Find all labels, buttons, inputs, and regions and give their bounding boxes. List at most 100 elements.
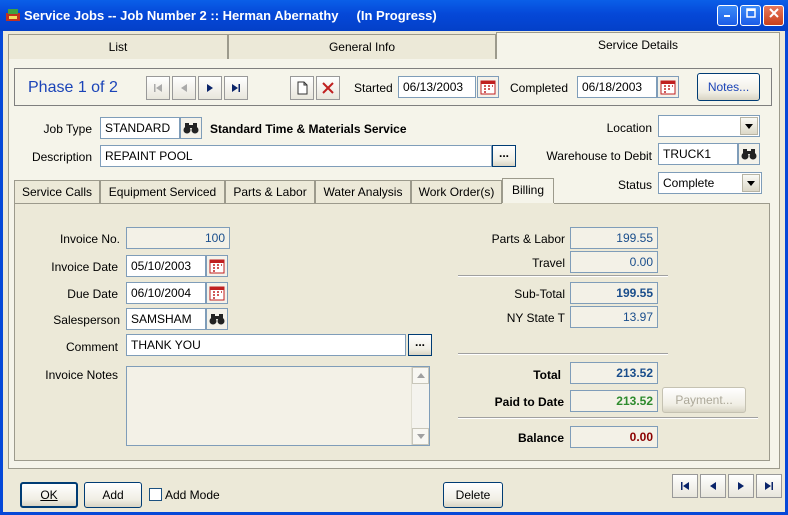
- travel-label: Travel: [532, 256, 565, 270]
- delete-x-icon: [322, 82, 334, 94]
- scroll-down-button[interactable]: [412, 428, 429, 445]
- scroll-up-button[interactable]: [412, 367, 429, 384]
- add-mode-label: Add Mode: [165, 488, 220, 502]
- location-label: Location: [606, 121, 652, 135]
- first-icon: [681, 482, 689, 490]
- phase-first-button[interactable]: [146, 76, 170, 100]
- balance-label: Balance: [517, 431, 564, 445]
- started-date-field[interactable]: 06/13/2003: [398, 76, 476, 98]
- chevron-up-icon: [416, 373, 425, 378]
- last-icon: [765, 482, 773, 490]
- minimize-icon: [723, 15, 730, 17]
- maximize-button[interactable]: [740, 5, 761, 26]
- paid-to-date-field[interactable]: 213.52: [570, 390, 658, 412]
- chevron-down-icon: [416, 434, 425, 439]
- delete-button[interactable]: Delete: [443, 482, 503, 508]
- record-last-button[interactable]: [756, 474, 782, 498]
- binoculars-icon: [209, 314, 225, 325]
- subtab-water-analysis[interactable]: Water Analysis: [315, 180, 411, 204]
- tax-field[interactable]: 13.97: [570, 306, 658, 328]
- add-button[interactable]: Add: [84, 482, 142, 508]
- invoice-date-field[interactable]: 05/10/2003: [126, 255, 206, 277]
- record-next-button[interactable]: [728, 474, 754, 498]
- delete-phase-button[interactable]: [316, 76, 340, 100]
- parts-labor-label: Parts & Labor: [491, 232, 565, 246]
- next-icon: [738, 482, 744, 490]
- completed-label: Completed: [510, 81, 569, 95]
- completed-date-field[interactable]: 06/18/2003: [577, 76, 657, 98]
- record-prev-button[interactable]: [700, 474, 726, 498]
- due-date-field[interactable]: 06/10/2004: [126, 282, 206, 304]
- description-ellipsis-button[interactable]: ...: [492, 145, 516, 167]
- status-value: Complete: [663, 176, 715, 190]
- add-mode-checkbox[interactable]: [149, 488, 162, 501]
- balance-field[interactable]: 0.00: [570, 426, 658, 448]
- invoice-no-field[interactable]: 100: [126, 227, 230, 249]
- status-dropdown[interactable]: Complete: [658, 172, 762, 194]
- calendar-icon: [480, 80, 496, 95]
- warehouse-label: Warehouse to Debit: [546, 149, 652, 163]
- started-label: Started: [354, 81, 393, 95]
- warehouse-field[interactable]: TRUCK1: [658, 143, 738, 165]
- salesperson-field[interactable]: SAMSHAM: [126, 308, 206, 330]
- separator: [458, 353, 668, 355]
- close-button[interactable]: [763, 5, 784, 26]
- invoice-notes-textarea[interactable]: [126, 366, 430, 446]
- binoculars-icon: [183, 123, 199, 134]
- payment-button[interactable]: Payment...: [662, 387, 746, 413]
- tab-service-details[interactable]: Service Details: [496, 32, 780, 60]
- tab-general-info[interactable]: General Info: [228, 34, 496, 60]
- comment-ellipsis-button[interactable]: ...: [408, 334, 432, 356]
- location-dropdown[interactable]: [658, 115, 760, 137]
- due-date-calendar-button[interactable]: [206, 282, 228, 304]
- subtab-billing[interactable]: Billing: [502, 178, 554, 204]
- record-first-button[interactable]: [672, 474, 698, 498]
- total-field[interactable]: 213.52: [570, 362, 658, 384]
- description-field[interactable]: REPAINT POOL: [100, 145, 492, 167]
- total-label: Total: [533, 368, 561, 382]
- notes-button[interactable]: Notes...: [697, 73, 760, 101]
- invoice-notes-scrollbar[interactable]: [411, 367, 429, 445]
- calendar-icon: [209, 286, 225, 301]
- status-dropdown-arrow[interactable]: [742, 174, 760, 192]
- subtotal-field[interactable]: 199.55: [570, 282, 658, 304]
- prev-icon: [181, 84, 187, 92]
- completed-calendar-button[interactable]: [657, 76, 679, 98]
- started-calendar-button[interactable]: [477, 76, 499, 98]
- first-icon: [154, 84, 162, 92]
- phase-last-button[interactable]: [224, 76, 248, 100]
- comment-label: Comment: [65, 340, 118, 354]
- job-type-lookup-button[interactable]: [180, 117, 202, 139]
- salesperson-lookup-button[interactable]: [206, 308, 228, 330]
- subtab-equipment-serviced[interactable]: Equipment Serviced: [100, 180, 225, 204]
- phase-next-button[interactable]: [198, 76, 222, 100]
- travel-field[interactable]: 0.00: [570, 251, 658, 273]
- parts-labor-field[interactable]: 199.55: [570, 227, 658, 249]
- new-phase-button[interactable]: [290, 76, 314, 100]
- phase-indicator: Phase 1 of 2: [28, 79, 118, 96]
- subtab-work-orders[interactable]: Work Order(s): [411, 180, 502, 204]
- separator: [458, 417, 758, 419]
- calendar-icon: [209, 259, 225, 274]
- status-label: Status: [617, 178, 652, 192]
- prev-icon: [710, 482, 716, 490]
- minimize-button[interactable]: [717, 5, 738, 26]
- subtab-parts-labor[interactable]: Parts & Labor: [225, 180, 315, 204]
- invoice-no-label: Invoice No.: [59, 232, 120, 246]
- subtab-service-calls[interactable]: Service Calls: [14, 180, 100, 204]
- close-icon: [768, 8, 779, 18]
- invoice-date-calendar-button[interactable]: [206, 255, 228, 277]
- comment-field[interactable]: THANK YOU: [126, 334, 406, 356]
- location-dropdown-arrow[interactable]: [740, 117, 758, 135]
- new-document-icon: [297, 81, 308, 95]
- maximize-icon: [745, 8, 756, 18]
- billing-panel-top-border-right: [554, 203, 770, 204]
- warehouse-lookup-button[interactable]: [738, 143, 760, 165]
- invoice-notes-label: Invoice Notes: [45, 368, 118, 382]
- ok-button[interactable]: OK: [20, 482, 78, 508]
- title-bar[interactable]: Service Jobs -- Job Number 2 :: Herman A…: [0, 0, 788, 31]
- tab-list[interactable]: List: [8, 34, 228, 60]
- job-type-field[interactable]: STANDARD: [100, 117, 180, 139]
- phase-prev-button[interactable]: [172, 76, 196, 100]
- due-date-label: Due Date: [67, 287, 118, 301]
